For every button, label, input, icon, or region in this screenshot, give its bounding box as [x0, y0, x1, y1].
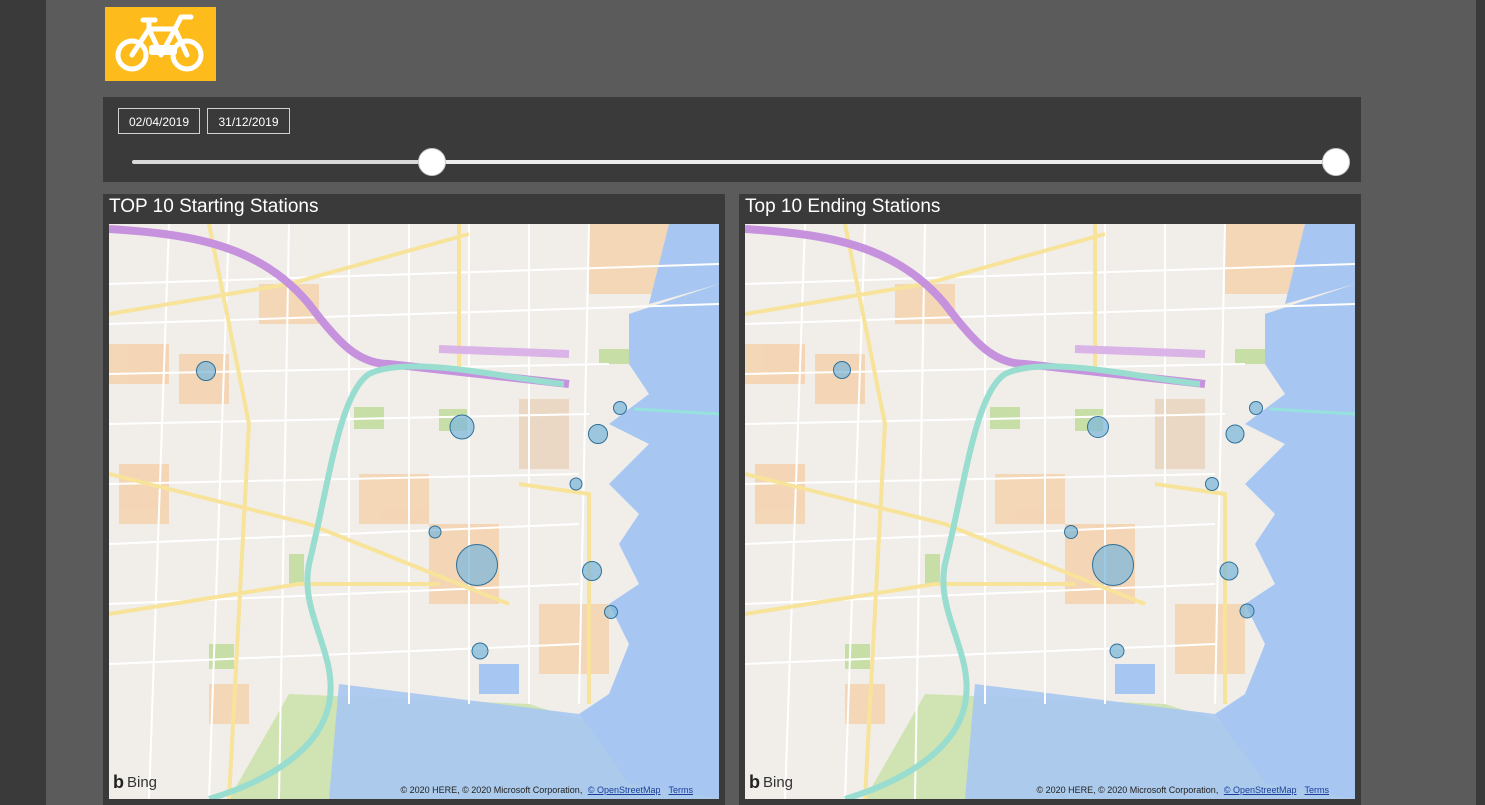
right-margin [1476, 0, 1485, 805]
station-bubble [456, 544, 498, 586]
station-bubble [1087, 416, 1109, 438]
station-bubble [196, 361, 216, 381]
stations-bubble-layer [833, 361, 1263, 659]
station-bubble [1219, 561, 1239, 581]
station-bubble [613, 401, 627, 415]
station-bubble [1225, 424, 1245, 444]
openstreetmap-link[interactable]: © OpenStreetMap [588, 785, 661, 795]
bicycle-icon [115, 14, 204, 72]
station-bubble [449, 414, 475, 440]
slider-end-handle[interactable] [1322, 148, 1350, 176]
stations-bubble-layer [196, 361, 627, 660]
attribution-text: © 2020 HERE, © 2020 Microsoft Corporatio… [400, 785, 585, 795]
starting-stations-panel: TOP 10 Starting Stations b Bing © 2020 H… [103, 194, 725, 805]
station-bubble [428, 525, 442, 539]
slider-start-handle[interactable] [418, 148, 446, 176]
station-bubble [1092, 544, 1134, 586]
end-date-input[interactable]: 31/12/2019 [207, 108, 290, 134]
bing-brand-text: Bing [763, 774, 794, 791]
left-margin [0, 0, 46, 805]
station-bubble [1205, 477, 1219, 491]
slider-selected-range [432, 160, 1336, 164]
ending-stations-panel: Top 10 Ending Stations b Bing © 2020 HER… [739, 194, 1361, 805]
ending-stations-map[interactable]: b Bing © 2020 HERE, © 2020 Microsoft Cor… [745, 224, 1355, 799]
bing-logo: b Bing [749, 772, 793, 793]
station-bubble [1109, 643, 1125, 659]
station-bubble [471, 642, 489, 660]
terms-link[interactable]: Terms [1305, 785, 1330, 795]
openstreetmap-link[interactable]: © OpenStreetMap [1224, 785, 1297, 795]
panel-title: TOP 10 Starting Stations [109, 196, 319, 217]
terms-link[interactable]: Terms [669, 785, 694, 795]
bing-brand-text: Bing [127, 774, 158, 791]
station-bubble [582, 561, 602, 581]
station-bubble [1249, 401, 1263, 415]
station-bubble [833, 361, 851, 379]
bike-logo [105, 7, 216, 81]
bing-logo: b Bing [113, 772, 157, 793]
station-bubble [588, 424, 608, 444]
starting-stations-map[interactable]: b Bing © 2020 HERE, © 2020 Microsoft Cor… [109, 224, 719, 799]
panel-title: Top 10 Ending Stations [745, 196, 941, 217]
station-bubble [1239, 603, 1255, 619]
start-date-input[interactable]: 02/04/2019 [118, 108, 200, 134]
bing-b-icon: b [113, 772, 124, 792]
date-range-slicer: 02/04/2019 31/12/2019 [103, 97, 1361, 182]
station-bubble [604, 605, 618, 619]
bing-b-icon: b [749, 772, 760, 792]
station-bubble [1064, 525, 1078, 539]
map-attribution: © 2020 HERE, © 2020 Microsoft Corporatio… [1036, 785, 1329, 795]
map-attribution: © 2020 HERE, © 2020 Microsoft Corporatio… [400, 785, 693, 795]
station-bubble [569, 477, 583, 491]
attribution-text: © 2020 HERE, © 2020 Microsoft Corporatio… [1036, 785, 1221, 795]
